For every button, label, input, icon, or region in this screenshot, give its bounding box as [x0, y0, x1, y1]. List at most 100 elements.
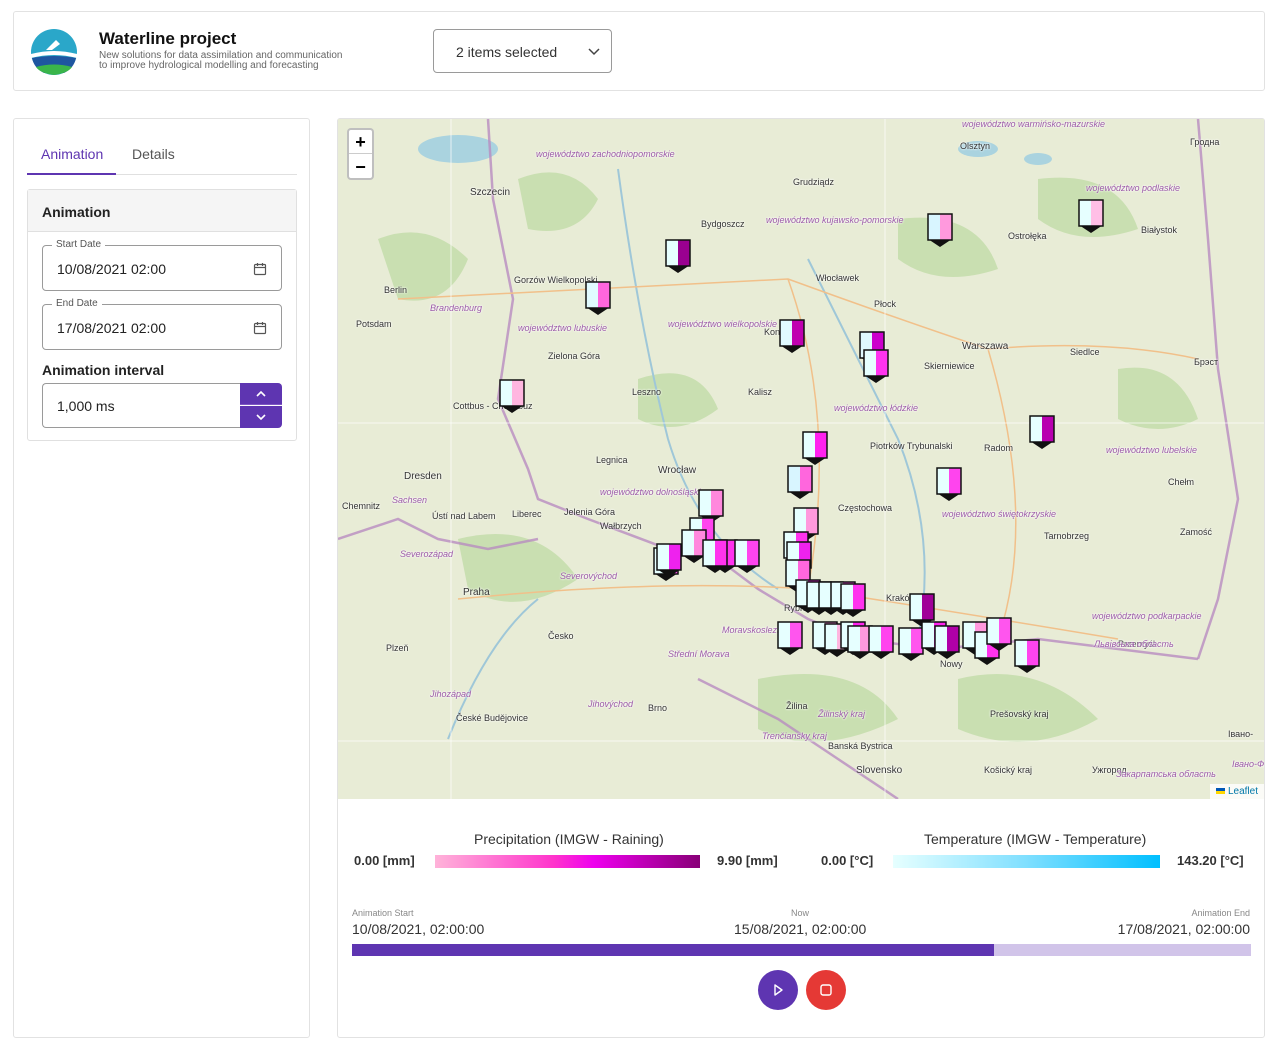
temperature-cell — [780, 320, 792, 346]
animation-start-value: 10/08/2021, 02:00:00 — [352, 921, 485, 937]
station-marker[interactable] — [734, 539, 760, 575]
station-marker[interactable] — [927, 213, 953, 249]
multiselect-value: 2 items selected — [456, 44, 558, 60]
station-marker[interactable] — [499, 379, 525, 415]
station-marker[interactable] — [1078, 199, 1104, 235]
tab-details[interactable]: Details — [132, 146, 175, 162]
temperature-cell — [703, 540, 715, 566]
map-place-label: Częstochowa — [838, 503, 893, 513]
station-marker[interactable] — [665, 239, 691, 275]
map-place-label: województwo świętokrzyskie — [942, 509, 1057, 519]
map-place-label: Włocławek — [816, 273, 860, 283]
interval-decrement-button[interactable] — [240, 406, 282, 428]
map-place-label: Jelenia Góra — [564, 507, 616, 517]
animation-card-header: Animation — [28, 190, 296, 232]
animation-card: Animation Start Date 10/08/2021 02:00 En… — [27, 189, 297, 441]
zoom-out-button[interactable]: − — [349, 155, 372, 179]
map-place-label: Jihozápad — [430, 689, 472, 699]
temperature-cell — [500, 380, 512, 406]
active-tab-indicator — [27, 173, 116, 175]
station-marker[interactable] — [840, 583, 866, 619]
chevron-down-icon — [588, 48, 600, 56]
map-place-label: Brno — [648, 703, 668, 713]
map-place-label: Trenčiansky kraj — [762, 731, 827, 741]
temperature-cell — [657, 544, 669, 570]
station-marker[interactable] — [585, 281, 611, 317]
temperature-gradient — [893, 855, 1160, 868]
map-place-label: Žilinský kraj — [818, 709, 866, 719]
temperature-cell — [666, 240, 678, 266]
map-place-label: Гродна — [1190, 137, 1220, 147]
temperature-cell — [864, 350, 876, 376]
temperature-cell — [937, 468, 949, 494]
map-place-label: Zamość — [1180, 527, 1213, 537]
map-place-label: Warszawa — [962, 341, 1009, 352]
station-marker[interactable] — [787, 465, 813, 501]
station-marker[interactable] — [1029, 415, 1055, 451]
side-panel: Animation Details Animation Start Date 1… — [13, 118, 310, 1038]
map-place-label: województwo zachodniopomorskie — [536, 149, 675, 159]
station-marker[interactable] — [934, 625, 960, 661]
calendar-icon[interactable] — [253, 262, 267, 276]
zoom-in-button[interactable]: + — [349, 130, 372, 154]
station-marker[interactable] — [936, 467, 962, 503]
precipitation-cell — [711, 490, 723, 516]
tab-bar: Animation Details — [27, 131, 297, 175]
temperature-cell — [788, 466, 800, 492]
precipitation-cell — [512, 380, 524, 406]
zoom-control: + − — [347, 128, 374, 180]
station-marker[interactable] — [1014, 639, 1040, 675]
precipitation-cell — [715, 540, 727, 566]
map-place-label: Banská Bystrica — [828, 741, 893, 751]
map-place-label: województwo łódzkie — [834, 403, 919, 413]
station-marker[interactable] — [779, 319, 805, 355]
end-date-field[interactable]: End Date 17/08/2021 02:00 — [42, 298, 282, 350]
temperature-cell — [922, 622, 934, 648]
precipitation-cell — [949, 468, 961, 494]
map-place-label: Ústí nad Labem — [432, 511, 496, 521]
calendar-icon[interactable] — [253, 321, 267, 335]
station-marker[interactable] — [777, 621, 803, 657]
map-place-label: województwo lubuskie — [518, 323, 608, 333]
tab-animation[interactable]: Animation — [41, 146, 103, 162]
temperature-cell — [1030, 416, 1042, 442]
stop-button[interactable] — [806, 970, 846, 1010]
animation-end-value: 17/08/2021, 02:00:00 — [1117, 921, 1250, 937]
station-multiselect[interactable]: 2 items selected — [433, 29, 612, 73]
map-place-label: Severovýchod — [560, 571, 618, 581]
precipitation-min: 0.00 [mm] — [354, 853, 415, 868]
precipitation-cell — [999, 618, 1011, 644]
map-view[interactable]: Szczecin Bydgoszcz Grudziądz Olsztyn Гродна B… — [338, 119, 1264, 799]
temperature-cell — [778, 622, 790, 648]
interval-increment-button[interactable] — [240, 383, 282, 405]
station-marker[interactable] — [702, 539, 728, 575]
precipitation-cell — [669, 544, 681, 570]
play-button[interactable] — [758, 970, 798, 1010]
map-place-label: Bydgoszcz — [701, 219, 745, 229]
precipitation-cell — [881, 626, 893, 652]
start-date-value: 10/08/2021 02:00 — [57, 261, 166, 277]
station-marker[interactable] — [986, 617, 1012, 653]
map-place-label: Tarnobrzeg — [1044, 531, 1090, 541]
leaflet-link[interactable]: Leaflet — [1228, 786, 1258, 797]
interval-label: Animation interval — [42, 362, 165, 378]
app-header: Waterline project New solutions for data… — [13, 11, 1265, 91]
station-marker[interactable] — [802, 431, 828, 467]
station-marker[interactable] — [656, 543, 682, 579]
map-place-label: Slovensko — [856, 765, 903, 776]
end-date-value: 17/08/2021 02:00 — [57, 320, 166, 336]
precipitation-gradient — [435, 855, 700, 868]
start-date-field[interactable]: Start Date 10/08/2021 02:00 — [42, 239, 282, 291]
temperature-max: 143.20 [°C] — [1177, 853, 1244, 868]
temperature-cell — [869, 626, 881, 652]
interval-input[interactable]: 1,000 ms — [42, 383, 240, 428]
timeline-progress-bar[interactable] — [352, 944, 1251, 956]
map-place-label: Piotrków Trybunalski — [870, 441, 953, 451]
chevron-up-icon — [256, 390, 266, 397]
map-place-label: Brandenburg — [430, 303, 483, 313]
station-marker[interactable] — [868, 625, 894, 661]
app-subtitle-line2: to improve hydrological modelling and fo… — [99, 60, 319, 71]
app-subtitle: New solutions for data assimilation and … — [99, 51, 369, 71]
map-place-label: Radom — [984, 443, 1014, 453]
station-marker[interactable] — [863, 349, 889, 385]
